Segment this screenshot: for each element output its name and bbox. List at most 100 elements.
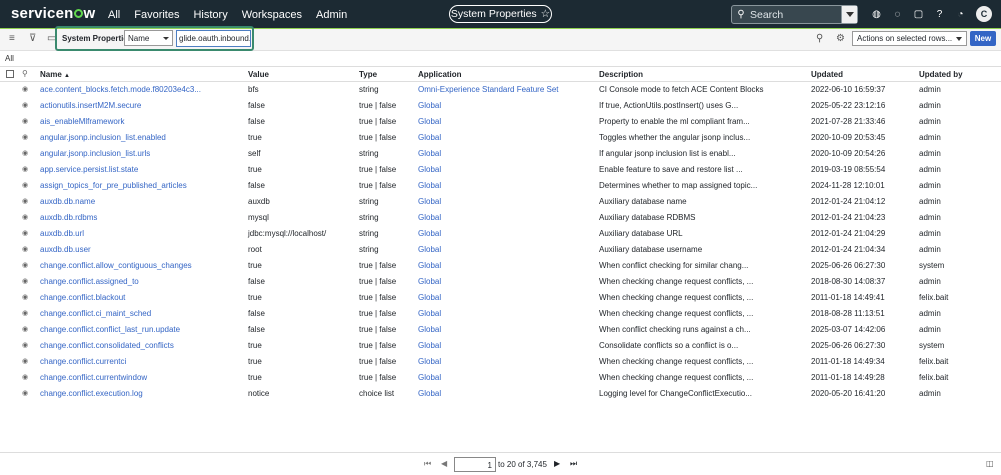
table-row[interactable]: ◉ change.conflict.ci_maint_sched false true… <box>0 306 1001 322</box>
last-page-icon[interactable]: ⏭ <box>570 459 577 469</box>
table-row[interactable]: ◉ change.conflict.consolidated_conflicts t… <box>0 338 1001 354</box>
row-preview-icon[interactable]: ◉ <box>22 325 28 333</box>
table-row[interactable]: ◉ app.service.persist.list.state true true … <box>0 162 1001 178</box>
row-preview-icon[interactable]: ◉ <box>22 309 28 317</box>
expand-icon[interactable]: ◫ <box>986 459 994 468</box>
row-preview-icon[interactable]: ◉ <box>22 389 28 397</box>
menu-icon[interactable]: ≡ <box>9 33 15 44</box>
cell-name[interactable]: change.conflict.currentci <box>40 357 126 366</box>
table-row[interactable]: ◉ change.conflict.conflict_last_run.updat… <box>0 322 1001 338</box>
select-all-checkbox[interactable] <box>6 70 14 78</box>
context-pill[interactable]: System Properties ☆ <box>449 5 552 23</box>
global-search[interactable]: ⚲ Search <box>731 5 858 24</box>
cell-application[interactable]: Global <box>418 373 441 382</box>
cell-name[interactable]: auxdb.db.rdbms <box>40 213 97 222</box>
row-preview-icon[interactable]: ◉ <box>22 229 28 237</box>
chat-icon[interactable]: ◌ <box>887 9 908 20</box>
cell-name[interactable]: actionutils.insertM2M.secure <box>40 101 141 110</box>
row-preview-icon[interactable]: ◉ <box>22 373 28 381</box>
cell-application[interactable]: Global <box>418 357 441 366</box>
table-row[interactable]: ◉ auxdb.db.name auxdb string Global Auxiliary… <box>0 194 1001 210</box>
cell-application[interactable]: Omni-Experience Standard Feature Set <box>418 85 559 94</box>
cell-name[interactable]: change.conflict.execution.log <box>40 389 143 398</box>
cell-application[interactable]: Global <box>418 261 441 270</box>
table-row[interactable]: ◉ auxdb.db.user root string Global Auxiliary … <box>0 242 1001 258</box>
next-page-icon[interactable]: ▶ <box>554 459 560 468</box>
cell-application[interactable]: Global <box>418 213 441 222</box>
row-preview-icon[interactable]: ◉ <box>22 357 28 365</box>
column-header-name[interactable]: Name ▲ <box>40 70 70 79</box>
cell-name[interactable]: change.conflict.assigned_to <box>40 277 139 286</box>
row-preview-icon[interactable]: ◉ <box>22 197 28 205</box>
cell-application[interactable]: Global <box>418 245 441 254</box>
row-preview-icon[interactable]: ◉ <box>22 101 28 109</box>
row-preview-icon[interactable]: ◉ <box>22 117 28 125</box>
filter-input[interactable]: glide.oauth.inbound.cl <box>176 30 251 47</box>
bell-icon[interactable]: ◔ <box>950 9 971 20</box>
prev-page-icon[interactable]: ◀ <box>441 459 447 468</box>
cell-name[interactable]: auxdb.db.url <box>40 229 84 238</box>
nav-history[interactable]: History <box>193 9 227 21</box>
table-row[interactable]: ◉ auxdb.db.url jdbc:mysql://localhost/stri… <box>0 226 1001 242</box>
row-preview-icon[interactable]: ◉ <box>22 341 28 349</box>
cell-application[interactable]: Global <box>418 325 441 334</box>
cell-name[interactable]: auxdb.db.name <box>40 197 95 206</box>
cell-name[interactable]: app.service.persist.list.state <box>40 165 138 174</box>
row-preview-icon[interactable]: ◉ <box>22 149 28 157</box>
cell-name[interactable]: assign_topics_for_pre_published_articles <box>40 181 187 190</box>
table-row[interactable]: ◉ assign_topics_for_pre_published_article… <box>0 178 1001 194</box>
table-row[interactable]: ◉ change.conflict.assigned_to false true | … <box>0 274 1001 290</box>
search-input[interactable]: Search <box>750 9 841 21</box>
cell-application[interactable]: Global <box>418 341 441 350</box>
column-header-type[interactable]: Type <box>359 70 377 79</box>
row-preview-icon[interactable]: ◉ <box>22 213 28 221</box>
cell-application[interactable]: Global <box>418 101 441 110</box>
row-preview-icon[interactable]: ◉ <box>22 85 28 93</box>
cell-name[interactable]: change.conflict.ci_maint_sched <box>40 309 151 318</box>
cell-name[interactable]: auxdb.db.user <box>40 245 91 254</box>
row-preview-icon[interactable]: ◉ <box>22 261 28 269</box>
table-row[interactable]: ◉ change.conflict.execution.log notice choi… <box>0 386 1001 402</box>
table-row[interactable]: ◉ ais_enableMlframework false true | false G… <box>0 114 1001 130</box>
table-row[interactable]: ◉ auxdb.db.rdbms mysql string Global Auxiliar… <box>0 210 1001 226</box>
column-header-updated-by[interactable]: Updated by <box>919 70 963 79</box>
nav-favorites[interactable]: Favorites <box>134 9 179 21</box>
row-preview-icon[interactable]: ◉ <box>22 245 28 253</box>
row-preview-icon[interactable]: ◉ <box>22 165 28 173</box>
cell-name[interactable]: angular.jsonp.inclusion_list.urls <box>40 149 150 158</box>
cell-application[interactable]: Global <box>418 133 441 142</box>
star-icon[interactable]: ☆ <box>541 8 550 20</box>
cell-application[interactable]: Global <box>418 165 441 174</box>
nav-workspaces[interactable]: Workspaces <box>242 9 302 21</box>
cell-application[interactable]: Global <box>418 293 441 302</box>
table-row[interactable]: ◉ ace.content_blocks.fetch.mode.f80203e4c… <box>0 82 1001 98</box>
table-row[interactable]: ◉ change.conflict.allow_contiguous_change… <box>0 258 1001 274</box>
breadcrumb[interactable]: All <box>5 54 14 63</box>
cell-name[interactable]: angular.jsonp.inclusion_list.enabled <box>40 133 166 142</box>
connect-icon[interactable]: ▢ <box>908 9 929 20</box>
row-preview-icon[interactable]: ◉ <box>22 133 28 141</box>
table-row[interactable]: ◉ angular.jsonp.inclusion_list.enabled tru… <box>0 130 1001 146</box>
table-row[interactable]: ◉ change.conflict.currentwindow true true |… <box>0 370 1001 386</box>
row-preview-icon[interactable]: ◉ <box>22 181 28 189</box>
table-row[interactable]: ◉ change.conflict.blackout true true | fals… <box>0 290 1001 306</box>
table-row[interactable]: ◉ angular.jsonp.inclusion_list.urls self st… <box>0 146 1001 162</box>
nav-all[interactable]: All <box>108 9 120 21</box>
cell-name[interactable]: change.conflict.currentwindow <box>40 373 147 382</box>
page-input[interactable]: 1 <box>454 457 496 472</box>
nav-admin[interactable]: Admin <box>316 9 347 21</box>
cell-application[interactable]: Global <box>418 149 441 158</box>
filter-icon[interactable]: ⊽ <box>29 33 36 44</box>
column-search-icon[interactable]: ⚲ <box>22 69 28 78</box>
pin-icon[interactable]: ⚲ <box>816 33 823 44</box>
servicenow-logo[interactable]: servicen w <box>11 5 95 22</box>
first-page-icon[interactable]: ⏮ <box>424 459 431 469</box>
cell-application[interactable]: Global <box>418 277 441 286</box>
column-header-value[interactable]: Value <box>248 70 269 79</box>
cell-name[interactable]: ais_enableMlframework <box>40 117 124 126</box>
cell-name[interactable]: ace.content_blocks.fetch.mode.f80203e4c3… <box>40 85 201 94</box>
column-header-updated[interactable]: Updated <box>811 70 843 79</box>
table-row[interactable]: ◉ change.conflict.currentci true true | fal… <box>0 354 1001 370</box>
cell-application[interactable]: Global <box>418 389 441 398</box>
table-row[interactable]: ◉ actionutils.insertM2M.secure false true |… <box>0 98 1001 114</box>
